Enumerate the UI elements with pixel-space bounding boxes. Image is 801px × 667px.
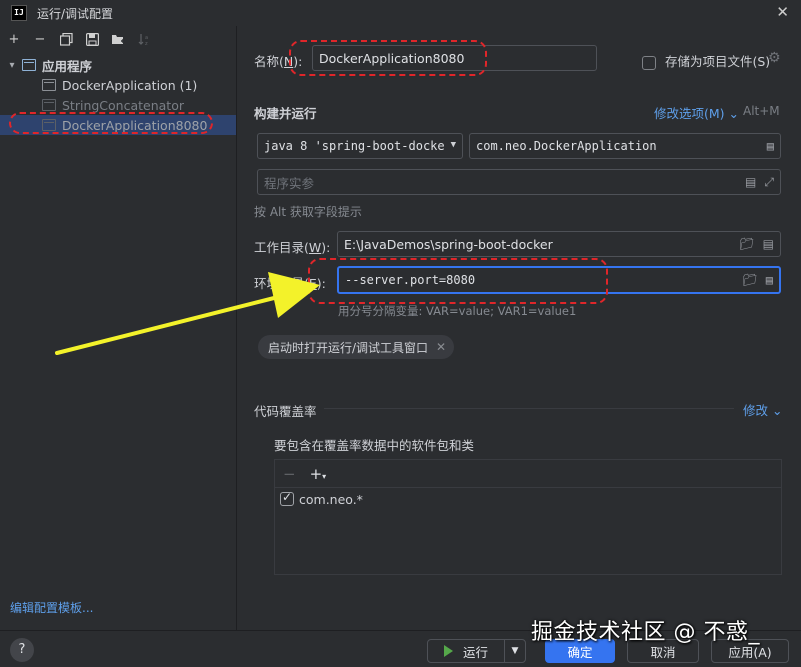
run-button[interactable]: 运行 — [427, 639, 505, 663]
section-divider — [324, 408, 734, 409]
alt-hint: 按 Alt 获取字段提示 — [254, 205, 362, 219]
remove-icon[interactable]: − — [283, 465, 296, 483]
expand-icon[interactable]: ⤢ — [764, 175, 774, 190]
store-project-file-checkbox[interactable]: 存储为项目文件(S) — [642, 51, 770, 70]
tree-item-label: DockerApplication8080 — [62, 117, 208, 133]
workdir-value: E:\JavaDemos\spring-boot-docker — [344, 236, 553, 252]
packages-toolbar: − +▾ — [275, 460, 781, 488]
name-field[interactable]: DockerApplication8080 — [312, 45, 597, 71]
tree-item-label: StringConcatenator — [62, 97, 184, 113]
application-config-icon — [42, 99, 56, 111]
configurations-sidebar: + − az ▾ 应用程序 DockerApplication (1) Stri… — [0, 26, 237, 630]
checkbox[interactable] — [280, 490, 294, 506]
application-folder-icon — [22, 59, 36, 71]
coverage-packages-label: 要包含在覆盖率数据中的软件包和类 — [274, 438, 475, 453]
run-icon — [443, 645, 453, 657]
chevron-down-icon: ▼ — [450, 140, 456, 150]
chevron-down-icon: ▼ — [511, 646, 519, 656]
build-run-title: 构建并运行 — [254, 106, 317, 121]
chip-label: 启动时打开运行/调试工具窗口 — [268, 340, 429, 355]
name-label: 名称(N): — [254, 54, 303, 69]
application-config-icon — [42, 79, 56, 91]
run-dropdown-button[interactable]: ▼ — [504, 639, 526, 663]
env-label: 环境变量(E): — [254, 276, 326, 291]
help-button[interactable]: ? — [10, 638, 34, 662]
watermark: 掘金技术社区 @ 不惑_ — [531, 620, 760, 645]
save-icon[interactable] — [84, 31, 100, 47]
edit-templates-link[interactable]: 编辑配置模板... — [10, 599, 93, 616]
env-field[interactable]: --server.port=8080 📁︎ ▤ — [337, 266, 781, 294]
add-icon[interactable]: +▾ — [310, 465, 327, 483]
env-hint: 用分号分隔变量: VAR=value; VAR1=value1 — [338, 304, 577, 318]
coverage-modify-link[interactable]: 修改 ⌄ — [743, 400, 782, 419]
close-icon[interactable]: ✕ — [776, 3, 789, 21]
tree-item-dockerapplication8080[interactable]: DockerApplication8080 — [0, 115, 236, 135]
gear-icon[interactable]: ⚙ — [768, 50, 781, 66]
title-bar: IJ 运行/调试配置 ✕ — [0, 0, 801, 26]
tree-item-stringconcatenator[interactable]: StringConcatenator — [0, 95, 236, 115]
program-args-placeholder: 程序实参 — [264, 175, 315, 191]
list-item[interactable]: com.neo.* — [275, 488, 781, 510]
sidebar-toolbar: + − az — [0, 26, 236, 52]
application-config-icon — [42, 119, 56, 131]
folder-icon[interactable]: 📁︎ — [743, 273, 758, 287]
program-args-field[interactable]: 程序实参 ▤ ⤢ — [257, 169, 781, 195]
tree-group-application[interactable]: ▾ 应用程序 — [0, 55, 236, 75]
tree-item-dockerapplication[interactable]: DockerApplication (1) — [0, 75, 236, 95]
chevron-down-icon[interactable]: ▾ — [6, 60, 18, 71]
window-title: 运行/调试配置 — [37, 6, 114, 21]
jdk-select-value: java 8 'spring-boot-docke — [264, 139, 445, 153]
workdir-label: 工作目录(W): — [254, 240, 331, 255]
svg-text:z: z — [145, 41, 148, 46]
configuration-form: 名称(N): DockerApplication8080 存储为项目文件(S) … — [238, 26, 801, 630]
add-icon[interactable]: + — [6, 31, 22, 47]
checkbox[interactable] — [642, 55, 656, 70]
main-class-value: com.neo.DockerApplication — [476, 139, 657, 153]
browse-list-icon[interactable]: ▤ — [766, 273, 773, 287]
browse-list-icon[interactable]: ▤ — [767, 139, 774, 153]
close-icon[interactable]: ✕ — [436, 340, 446, 354]
package-name: com.neo.* — [299, 491, 363, 507]
packages-list-box: − +▾ com.neo.* — [274, 459, 782, 575]
tree-item-label: DockerApplication (1) — [62, 77, 198, 93]
env-value: --server.port=8080 — [345, 273, 476, 287]
browse-list-icon[interactable]: ▤ — [763, 237, 774, 251]
run-button-label: 运行 — [462, 644, 488, 660]
store-project-file-label: 存储为项目文件(S) — [664, 54, 771, 69]
open-tool-window-chip[interactable]: 启动时打开运行/调试工具窗口 ✕ — [258, 335, 455, 359]
workdir-field[interactable]: E:\JavaDemos\spring-boot-docker 📁︎ ▤ — [337, 231, 781, 257]
copy-icon[interactable] — [58, 31, 74, 47]
name-field-value: DockerApplication8080 — [319, 50, 465, 66]
jdk-select[interactable]: java 8 'spring-boot-docke ▼ — [257, 133, 463, 159]
new-folder-icon[interactable] — [110, 31, 126, 47]
browse-list-icon[interactable]: ▤ — [745, 175, 756, 190]
intellij-logo-icon: IJ — [11, 5, 27, 21]
tree-group-label: 应用程序 — [42, 58, 93, 74]
coverage-title: 代码覆盖率 — [254, 404, 317, 419]
modify-options-link[interactable]: 修改选项(M) ⌄ — [654, 103, 739, 122]
remove-icon[interactable]: − — [32, 31, 48, 47]
main-class-field[interactable]: com.neo.DockerApplication ▤ — [469, 133, 781, 159]
modify-options-shortcut: Alt+M — [743, 104, 780, 118]
folder-icon[interactable]: 📁︎ — [739, 237, 754, 251]
sort-icon[interactable]: az — [136, 31, 152, 47]
